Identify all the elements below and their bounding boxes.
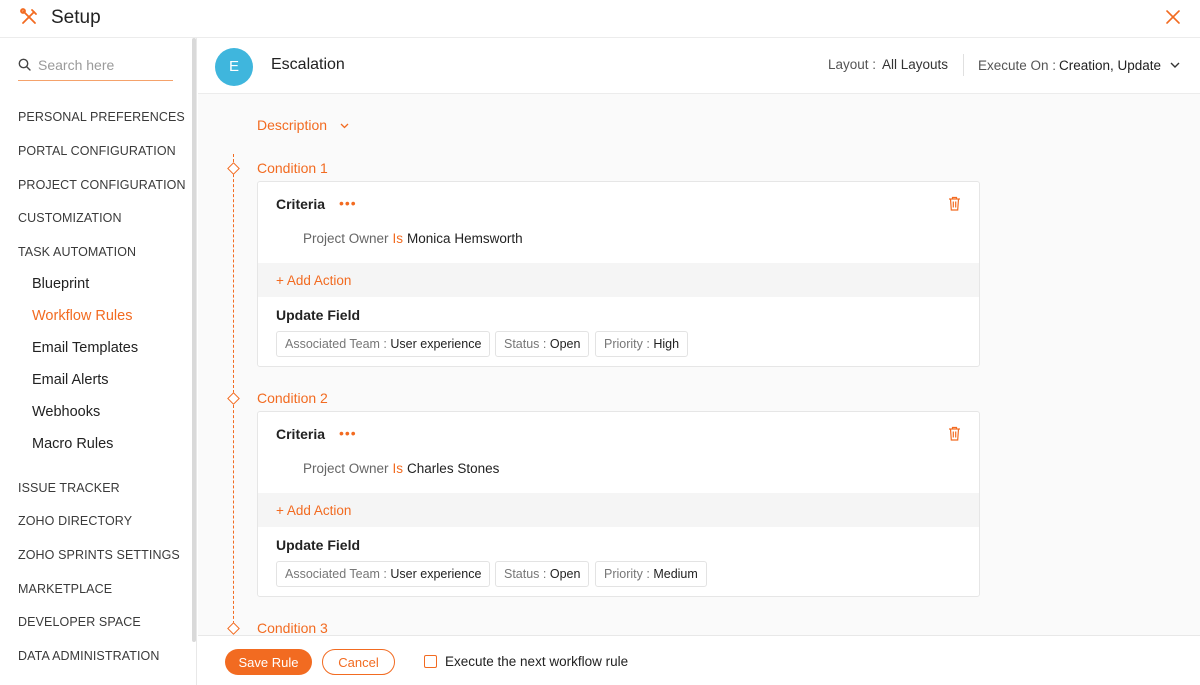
save-rule-button[interactable]: Save Rule [225,649,312,675]
action-bar: + Add Action [258,493,979,527]
add-action-button[interactable]: + Add Action [276,503,351,518]
trash-icon[interactable] [948,426,961,441]
timeline-node [227,392,240,405]
criteria-label: Criteria [276,426,326,442]
chip-value: User experience [390,567,482,581]
sidebar-section-data-administration[interactable]: DATA ADMINISTRATION [18,649,160,663]
chip-key: Associated Team : [285,567,387,581]
criteria-operator: Is [392,461,404,476]
rule-name: Escalation [271,56,345,73]
sidebar-section-developer-space[interactable]: DEVELOPER SPACE [18,615,141,629]
sidebar-section-zoho-directory[interactable]: ZOHO DIRECTORY [18,514,132,528]
criteria-field: Project Owner [303,231,389,246]
chevron-down-icon[interactable] [1170,62,1180,69]
criteria-rule: Project Owner Is Monica Hemsworth [303,231,523,246]
sidebar-section-task-automation[interactable]: TASK AUTOMATION [18,245,136,259]
avatar: E [215,48,253,86]
criteria-field: Project Owner [303,461,389,476]
layout-label: Layout : [828,57,877,72]
timeline-node [227,162,240,175]
top-bar: Setup [0,0,1200,38]
action-title: Update Field [276,537,361,553]
update-chip[interactable]: Status : Open [495,331,590,357]
chip-value: User experience [390,337,482,351]
criteria-operator: Is [392,231,404,246]
sidebar-section-issue-tracker[interactable]: ISSUE TRACKER [18,481,120,495]
more-options-icon[interactable]: ••• [339,195,357,211]
chip-key: Status : [504,337,547,351]
layout-value[interactable]: All Layouts [882,57,948,72]
update-chip[interactable]: Associated Team : User experience [276,561,491,587]
search-input[interactable] [38,56,172,74]
tools-icon [20,8,37,24]
timeline-node [227,622,240,635]
sidebar-section-project-configuration[interactable]: PROJECT CONFIGURATION [18,178,186,192]
more-options-icon[interactable]: ••• [339,425,357,441]
chip-value: High [653,337,680,351]
criteria-rule: Project Owner Is Charles Stones [303,461,499,476]
execute-next-checkbox[interactable] [424,655,437,668]
sidebar-section-customization[interactable]: CUSTOMIZATION [18,211,122,225]
execute-on-label: Execute On : [978,58,1057,73]
footer-bar: Save Rule Cancel Execute the next workfl… [198,635,1200,685]
chip-key: Priority : [604,567,650,581]
sidebar-item-webhooks[interactable]: Webhooks [32,404,100,420]
search-icon [18,58,31,71]
chevron-down-icon[interactable] [340,123,349,129]
criteria-value: Charles Stones [407,461,500,476]
app-title: Setup [51,7,101,28]
criteria-value: Monica Hemsworth [407,231,523,246]
chip-value: Medium [653,567,698,581]
update-chip[interactable]: Priority : Medium [595,561,707,587]
rule-header: E Escalation Layout : All Layouts Execut… [198,38,1200,94]
chip-key: Associated Team : [285,337,387,351]
trash-icon[interactable] [948,196,961,211]
sidebar-section-portal-configuration[interactable]: PORTAL CONFIGURATION [18,144,176,158]
sidebar-search [18,54,173,81]
sidebar-section-marketplace[interactable]: MARKETPLACE [18,582,112,596]
condition-title: Condition 2 [257,390,328,406]
condition-title: Condition 1 [257,160,328,176]
chip-value: Open [549,567,581,581]
update-chip[interactable]: Status : Open [495,561,590,587]
condition-card: Criteria ••• Project Owner Is Monica Hemsw… [257,181,980,367]
cancel-button[interactable]: Cancel [322,649,395,675]
chip-value: Open [549,337,581,351]
sidebar-item-workflow-rules[interactable]: Workflow Rules [32,308,132,324]
header-divider [963,54,964,76]
update-chip[interactable]: Associated Team : User experience [276,331,491,357]
sidebar-section-zoho-sprints-settings[interactable]: ZOHO SPRINTS SETTINGS [18,548,180,562]
criteria-label: Criteria [276,196,326,212]
sidebar-item-macro-rules[interactable]: Macro Rules [32,436,113,452]
rule-editor: E Escalation Layout : All Layouts Execut… [198,38,1200,636]
add-action-button[interactable]: + Add Action [276,273,351,288]
execute-next-label: Execute the next workflow rule [445,654,629,669]
sidebar-section-personal-preferences[interactable]: PERSONAL PREFERENCES [18,110,185,124]
execute-on-dropdown[interactable]: Creation, Update [1059,58,1161,73]
sidebar-item-email-templates[interactable]: Email Templates [32,340,138,356]
chip-key: Status : [504,567,547,581]
close-icon[interactable] [1165,8,1181,26]
sidebar: PERSONAL PREFERENCES PORTAL CONFIGURATIO… [0,38,197,685]
sidebar-scrollbar[interactable] [192,38,196,642]
description-toggle[interactable]: Description [257,117,327,133]
condition-title: Condition 3 [257,620,328,636]
action-title: Update Field [276,307,361,323]
chip-key: Priority : [604,337,650,351]
sidebar-item-blueprint[interactable]: Blueprint [32,276,89,292]
action-bar: + Add Action [258,263,979,297]
update-chip[interactable]: Priority : High [595,331,689,357]
sidebar-item-email-alerts[interactable]: Email Alerts [32,372,109,388]
condition-card: Criteria ••• Project Owner Is Charles Ston… [257,411,980,597]
